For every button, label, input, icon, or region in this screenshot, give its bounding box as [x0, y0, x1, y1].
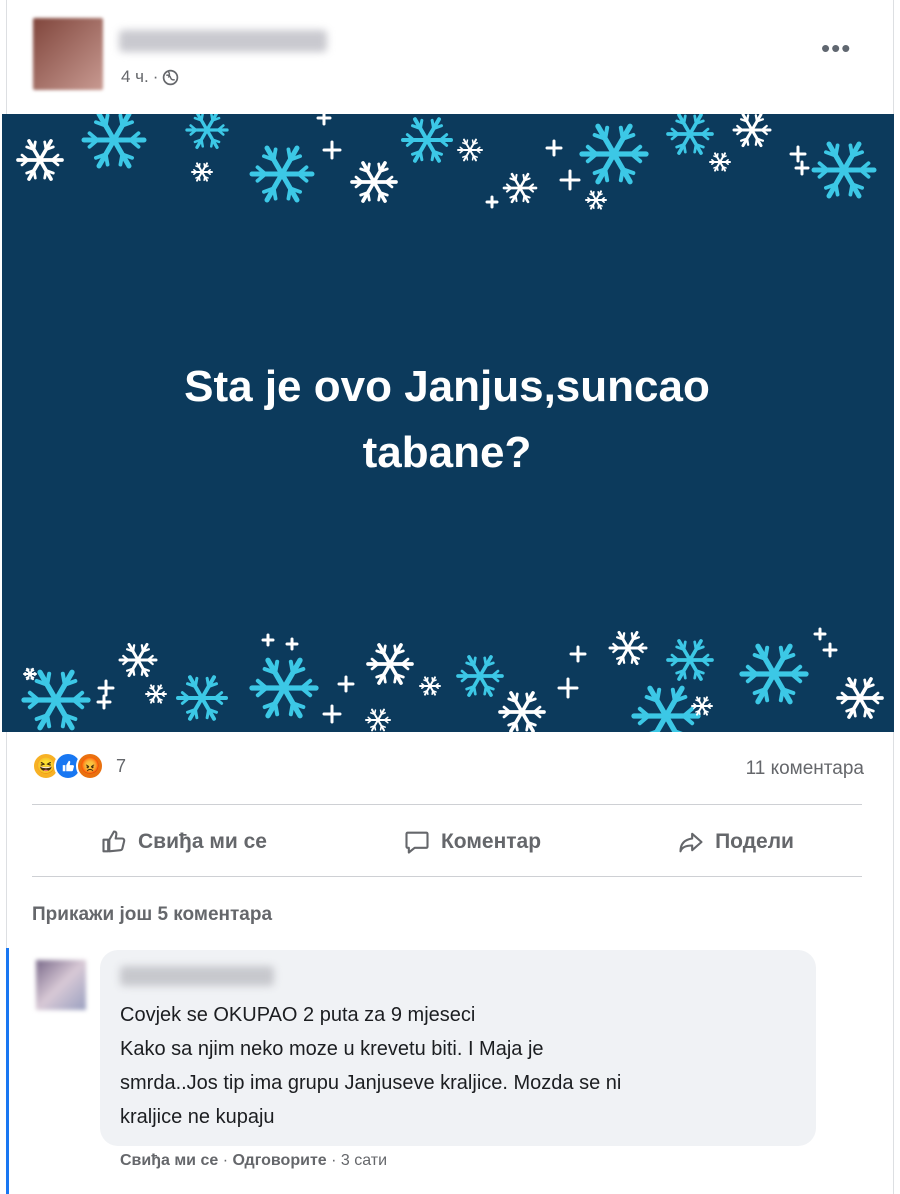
comment-button-label: Коментар: [440, 830, 542, 853]
snowflake-icon: [732, 114, 772, 148]
sparkle-icon: [337, 675, 355, 693]
comment-line: Covjek se OKUPAO 2 puta za 9 mjeseci: [120, 1004, 476, 1026]
snowflake-icon: [419, 676, 441, 696]
like-button-label: Свиђа ми се: [138, 830, 267, 853]
comment-line: kraljice ne kupaju: [120, 1106, 275, 1128]
divider: [32, 804, 862, 805]
comment-button[interactable]: Коментар: [403, 828, 541, 856]
snowflake-icon: [502, 172, 538, 204]
sparkle-icon: [316, 114, 332, 126]
sparkle-icon: [322, 140, 342, 160]
sparkle-icon: [485, 195, 499, 209]
snowflake-icon: [145, 684, 167, 704]
sparkle-icon: [557, 677, 579, 699]
angry-reaction-icon: 😡: [76, 752, 104, 780]
sparkle-icon: [545, 139, 563, 157]
snowflake-icon: [350, 161, 398, 203]
thumbs-up-icon: [102, 830, 126, 853]
sparkle-icon: [96, 694, 112, 710]
snowflake-icon: [666, 114, 714, 155]
comment-bubble-icon: [405, 831, 429, 854]
comment-line: smrda..Jos tip ima grupu Janjuseve kralj…: [120, 1072, 622, 1094]
comment-like-link[interactable]: Свиђа ми се: [120, 1152, 218, 1169]
share-button[interactable]: Подели: [677, 828, 794, 856]
snowflake-icon: [23, 667, 37, 681]
comment-bubble: Covjek se OKUPAO 2 puta za 9 mjeseci Kak…: [100, 950, 816, 1146]
divider: [32, 876, 862, 877]
snowflake-icon: [579, 123, 649, 185]
view-more-comments-link[interactable]: Прикажи још 5 коментара: [32, 904, 272, 926]
meta-separator: ·: [222, 1152, 229, 1169]
snowflake-icon: [366, 643, 414, 685]
banner-text-line1: Sta je ovo Janjus,suncao: [184, 362, 710, 411]
sparkle-icon: [559, 169, 581, 191]
snowflake-icon: [456, 655, 504, 697]
comment-text: Covjek se OKUPAO 2 puta za 9 mjeseci Kak…: [120, 998, 810, 1134]
sparkle-icon: [789, 145, 807, 163]
snowflake-icon: [691, 696, 713, 716]
snowflake-icon: [249, 145, 315, 203]
comment-thread-indicator: [6, 948, 9, 1194]
snowflake-icon: [585, 190, 607, 210]
post-time-text[interactable]: 4 ч.: [121, 67, 149, 87]
banner-text-line2: tabane?: [362, 428, 532, 477]
snowflake-icon: [457, 138, 483, 162]
snowflake-icon: [365, 708, 391, 732]
snowflake-icon: [118, 642, 158, 678]
snowflake-icon: [811, 141, 877, 199]
snowflake-icon: [498, 691, 546, 732]
banner-text: Sta je ovo Janjus,suncao tabane?: [62, 354, 832, 486]
snowflake-icon: [185, 114, 229, 149]
snowflake-icon: [16, 139, 64, 181]
snowflake-icon: [709, 152, 731, 172]
time-separator: ·: [152, 67, 159, 86]
sparkle-icon: [813, 627, 827, 641]
snowflake-icon: [739, 643, 809, 705]
sparkle-icon: [261, 633, 275, 647]
snowflake-icon: [176, 675, 228, 721]
sparkle-icon: [322, 704, 342, 724]
snowflake-icon: [81, 114, 147, 169]
comment-timestamp[interactable]: 3 сати: [341, 1152, 387, 1169]
sparkle-icon: [822, 642, 838, 658]
sparkle-icon: [97, 679, 115, 697]
globe-icon: [163, 69, 179, 85]
snowflake-icon: [249, 657, 319, 719]
sparkle-icon: [794, 160, 810, 176]
sparkle-icon: [569, 645, 587, 663]
like-button[interactable]: Свиђа ми се: [100, 828, 267, 856]
commenter-avatar[interactable]: [36, 960, 86, 1010]
comment-line: Kako sa njim neko moze u krevetu biti. I…: [120, 1038, 544, 1060]
author-avatar[interactable]: [33, 18, 103, 90]
meta-separator: ·: [331, 1152, 337, 1169]
more-options-icon[interactable]: •••: [821, 35, 851, 61]
post-background-banner: Sta je ovo Janjus,suncao tabane?: [2, 114, 894, 732]
comment-reply-link[interactable]: Одговорите: [233, 1152, 327, 1169]
snowflake-icon: [608, 630, 648, 666]
reactions-summary[interactable]: 😆 😡 7: [32, 752, 126, 780]
commenter-name-blurred[interactable]: [120, 966, 274, 986]
snowflake-icon: [836, 677, 884, 719]
share-arrow-icon: [679, 832, 703, 853]
snowflake-icon: [631, 685, 701, 732]
comment-count-link[interactable]: 11 коментара: [746, 758, 864, 780]
post-actions-bar: Свиђа ми се Коментар Подели: [32, 812, 862, 872]
share-button-label: Подели: [715, 830, 794, 853]
snowflake-icon: [666, 639, 714, 681]
snowflake-icon: [191, 162, 213, 182]
author-name-blurred[interactable]: [119, 30, 327, 52]
comment-actions: Свиђа ми се · Одговорите · 3 сати: [120, 1152, 387, 1170]
snowflake-icon: [21, 669, 91, 731]
snowflake-icon: [401, 117, 453, 163]
sparkle-icon: [285, 637, 299, 651]
post-timestamp[interactable]: 4 ч. ·: [121, 67, 179, 87]
reaction-count: 7: [116, 755, 127, 776]
